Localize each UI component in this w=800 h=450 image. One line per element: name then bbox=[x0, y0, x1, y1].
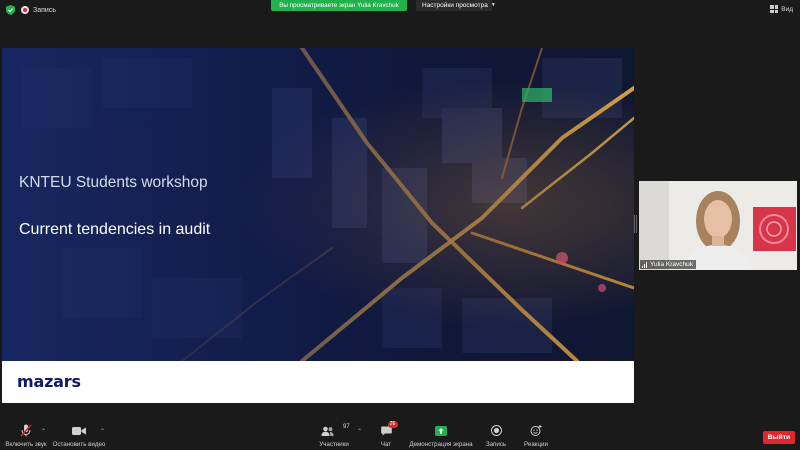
record-icon bbox=[21, 6, 29, 14]
participant-video-tile[interactable]: Yulia Kravchuk bbox=[639, 181, 797, 270]
share-screen-button[interactable]: Демонстрация экрана bbox=[409, 424, 473, 448]
participants-options-chevron-icon[interactable]: ⌃ bbox=[357, 428, 362, 435]
participant-name-tag: Yulia Kravchuk bbox=[640, 260, 696, 269]
view-button[interactable]: Вид bbox=[770, 3, 793, 15]
slide-title: KNTEU Students workshop bbox=[19, 174, 208, 191]
stop-video-label: Остановить видео bbox=[52, 441, 106, 448]
recording-label: Запись bbox=[33, 6, 56, 14]
participants-count: 97 bbox=[343, 424, 350, 430]
record-icon bbox=[490, 424, 502, 437]
record-label: Запись bbox=[485, 441, 507, 448]
participants-icon: 97 bbox=[321, 424, 350, 437]
view-options-label: Настройки просмотра bbox=[422, 2, 488, 9]
mazars-logo: mazars bbox=[17, 372, 81, 391]
signal-strength-icon bbox=[642, 261, 647, 268]
participant-video-feed bbox=[639, 181, 797, 270]
share-screen-label: Демонстрация экрана bbox=[409, 441, 473, 448]
grid-icon bbox=[770, 5, 779, 13]
audio-options-chevron-icon[interactable]: ⌃ bbox=[41, 428, 46, 435]
unmute-label: Включить звук bbox=[5, 441, 47, 448]
video-options-chevron-icon[interactable]: ⌃ bbox=[100, 428, 105, 435]
shared-screen: KNTEU Students workshop Current tendenci… bbox=[2, 48, 634, 403]
reactions-button[interactable]: Реакции bbox=[523, 424, 549, 448]
participants-button[interactable]: 97 Участники bbox=[319, 424, 349, 448]
shield-icon[interactable] bbox=[6, 5, 15, 15]
reactions-icon bbox=[530, 424, 542, 437]
top-bar: Запись Вы просматриваете экран Yulia Kra… bbox=[0, 0, 800, 20]
reactions-label: Реакции bbox=[524, 441, 548, 448]
muted-microphone-icon bbox=[20, 424, 32, 437]
participants-label: Участники bbox=[319, 441, 349, 448]
leave-meeting-button[interactable]: Выйти bbox=[763, 431, 795, 444]
stop-video-button[interactable]: Остановить видео bbox=[52, 424, 106, 448]
video-camera-icon bbox=[72, 424, 86, 437]
chat-button[interactable]: 26 Чат bbox=[377, 421, 398, 448]
chevron-down-icon: ▼ bbox=[490, 2, 496, 8]
slide-subtitle: Current tendencies in audit bbox=[19, 221, 211, 238]
slide-footer: mazars bbox=[2, 361, 634, 403]
screen-share-banner: Вы просматриваете экран Yulia Kravchuk bbox=[271, 0, 407, 11]
recording-indicator[interactable]: Запись bbox=[21, 4, 56, 16]
record-button[interactable]: Запись bbox=[484, 424, 508, 448]
city-night-background bbox=[2, 48, 634, 361]
chat-unread-badge: 26 bbox=[387, 421, 398, 428]
view-options-dropdown[interactable]: Настройки просмотра ▼ bbox=[416, 0, 496, 11]
meeting-controls: Включить звук ⌃ Остановить видео ⌃ 97 Уч… bbox=[0, 420, 800, 450]
share-screen-icon bbox=[435, 424, 447, 437]
view-button-label: Вид bbox=[781, 5, 793, 13]
participant-name: Yulia Kravchuk bbox=[650, 261, 693, 268]
chat-label: Чат bbox=[380, 441, 392, 448]
chat-icon: 26 bbox=[380, 421, 398, 437]
panel-resize-handle[interactable] bbox=[634, 215, 637, 233]
